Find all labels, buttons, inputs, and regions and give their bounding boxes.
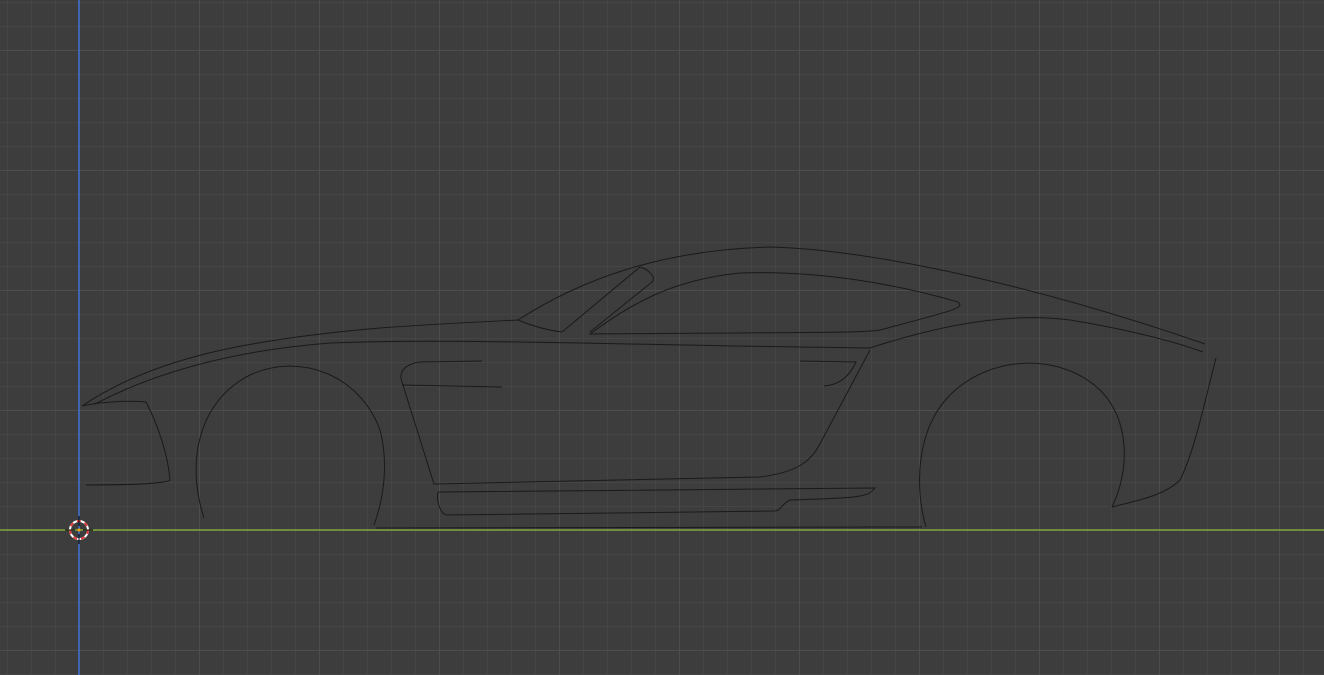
rear-bumper[interactable] bbox=[1111, 357, 1217, 508]
3d-viewport[interactable] bbox=[0, 0, 1324, 675]
rear-vent[interactable] bbox=[799, 360, 857, 387]
car-side-outline-curve[interactable] bbox=[81, 246, 1217, 529]
front-vent[interactable] bbox=[401, 384, 503, 388]
viewport-canvas[interactable] bbox=[0, 0, 1324, 675]
rocker-bottom[interactable] bbox=[375, 526, 923, 529]
shoulder-line[interactable] bbox=[869, 317, 1204, 353]
roof-outer[interactable] bbox=[517, 246, 1206, 345]
side-skirt[interactable] bbox=[437, 487, 877, 516]
hood-line[interactable] bbox=[94, 340, 871, 405]
3d-cursor-icon[interactable] bbox=[65, 516, 93, 544]
body-top-line[interactable] bbox=[81, 319, 519, 407]
side-window[interactable] bbox=[588, 272, 961, 335]
windshield[interactable] bbox=[517, 266, 654, 333]
rear-wheel-arch[interactable] bbox=[919, 362, 1125, 528]
door-outline[interactable] bbox=[400, 349, 871, 485]
front-wheel-arch[interactable] bbox=[195, 365, 386, 526]
front-nose[interactable] bbox=[81, 400, 171, 486]
